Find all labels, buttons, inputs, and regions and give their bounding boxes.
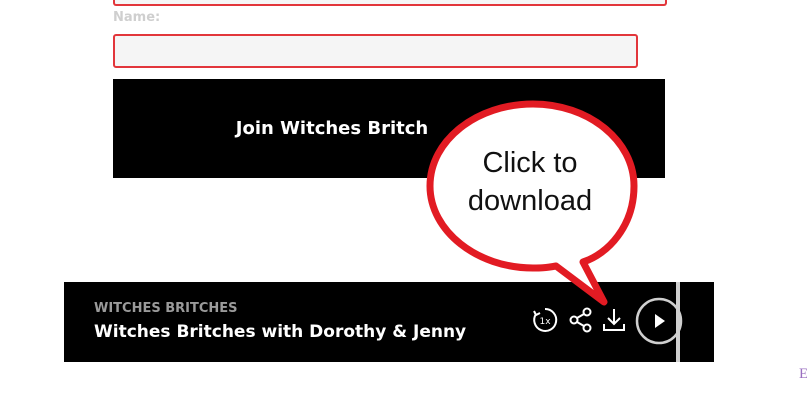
- speed-icon: 1x: [533, 307, 558, 332]
- callout-text: Click to download: [440, 144, 620, 220]
- share-button[interactable]: [567, 306, 595, 334]
- episode-title: Witches Britches with Dorothy & Jenny: [94, 322, 467, 342]
- corner-glyph: E: [799, 366, 807, 382]
- callout-line-1: Click to: [482, 147, 578, 179]
- podcast-name: WITCHES BRITCHES: [94, 301, 238, 316]
- speed-label: 1x: [539, 317, 551, 327]
- name-input[interactable]: [113, 34, 638, 68]
- playback-speed-button[interactable]: 1x: [531, 306, 559, 334]
- previous-field[interactable]: [113, 0, 667, 6]
- download-button[interactable]: [600, 306, 628, 334]
- player-divider: [676, 282, 680, 362]
- callout-line-2: download: [467, 185, 593, 217]
- download-icon: [603, 309, 625, 331]
- podcast-player: WITCHES BRITCHES Witches Britches with D…: [64, 282, 714, 362]
- name-label: Name:: [113, 10, 161, 25]
- share-icon: [569, 307, 592, 333]
